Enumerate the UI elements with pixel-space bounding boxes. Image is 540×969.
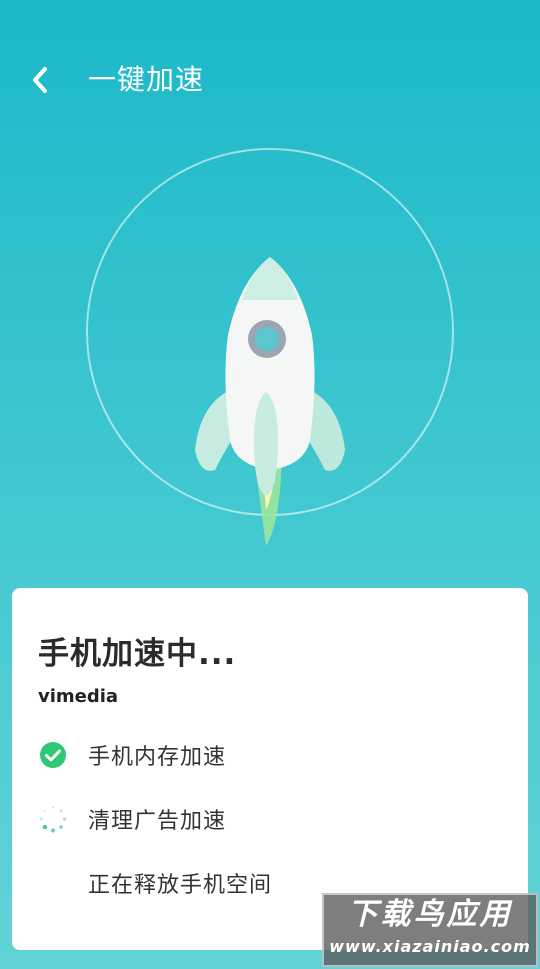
page-title: 一键加速: [88, 63, 205, 96]
chevron-left-icon: [33, 67, 47, 93]
spinner-icon: [38, 804, 68, 834]
task-item-ads: 清理广告加速: [38, 799, 226, 839]
status-title: 手机加速中...: [38, 636, 237, 672]
task-item-memory: 手机内存加速: [38, 735, 226, 775]
task-item-space: 正在释放手机空间: [38, 863, 272, 903]
empty-icon-slot: [38, 868, 68, 898]
task-label: 手机内存加速: [88, 745, 227, 770]
watermark: 下载鸟应用 www.xiazainiao.com: [322, 893, 538, 967]
check-circle-icon: [38, 740, 68, 770]
brand-label: vimedia: [38, 686, 119, 707]
task-label: 清理广告加速: [88, 809, 227, 834]
back-button[interactable]: [22, 62, 58, 98]
watermark-url: www.xiazainiao.com: [329, 937, 531, 956]
watermark-title: 下载鸟应用: [347, 897, 513, 932]
top-bar: 一键加速: [0, 0, 540, 160]
task-label: 正在释放手机空间: [88, 873, 273, 898]
rocket-illustration: [60, 140, 480, 560]
rocket-center-fin: [254, 392, 278, 496]
